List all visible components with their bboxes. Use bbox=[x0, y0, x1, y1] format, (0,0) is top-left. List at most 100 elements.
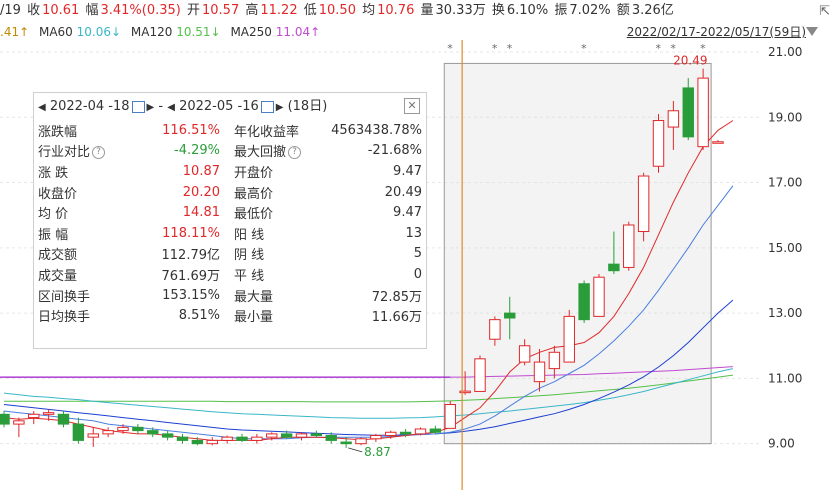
candle-body bbox=[87, 433, 99, 438]
next-start-date-arrow-icon[interactable]: ▶ bbox=[147, 102, 155, 113]
candle-body bbox=[578, 283, 590, 321]
candle-body bbox=[608, 263, 620, 272]
star-marker: * bbox=[492, 42, 498, 55]
y-tick-label: 13.00 bbox=[768, 306, 802, 320]
change-label: 幅 bbox=[85, 3, 99, 18]
ma120-value: 10.51↓ bbox=[176, 25, 221, 39]
candle-body bbox=[325, 435, 337, 441]
candle-body bbox=[176, 436, 189, 441]
help-icon[interactable]: ? bbox=[92, 146, 106, 160]
ma250-value: 11.04↑ bbox=[275, 25, 321, 39]
stat-label: 最小量 bbox=[234, 310, 274, 326]
candle-body bbox=[652, 120, 665, 167]
candle-body bbox=[370, 435, 382, 440]
interval-stats-panel: ◀ 2022-04 -18 ▶ - ◀ 2022-05 -16 ▶ (18日) ✕ … bbox=[33, 92, 427, 349]
close-label: 收 bbox=[27, 3, 41, 18]
calendar-icon[interactable] bbox=[131, 100, 145, 113]
candle-body bbox=[42, 412, 55, 415]
expand-icon[interactable]: ⇱ bbox=[819, 4, 830, 19]
stat-value: 5 bbox=[413, 246, 422, 262]
candle-body bbox=[399, 431, 412, 435]
star-marker: * bbox=[581, 42, 587, 55]
ma60-value: 10.06↓ bbox=[76, 25, 122, 39]
table-row: 日均换手 8.51% 最小量 11.66万 bbox=[34, 305, 426, 326]
stat-label: 收盘价 bbox=[38, 186, 78, 202]
vol-label: 量 bbox=[420, 3, 434, 18]
stat-label-text: 最大回撤 bbox=[234, 145, 287, 161]
turn-value: 6.10% bbox=[506, 3, 549, 18]
close-icon[interactable]: ✕ bbox=[404, 98, 420, 114]
ma60-label: MA60 bbox=[38, 25, 73, 39]
candle-body bbox=[28, 413, 40, 419]
stat-value: 4563438.78% bbox=[331, 122, 422, 138]
candle-body bbox=[221, 436, 233, 441]
stat-label: 阳 线 bbox=[234, 227, 265, 243]
candle-body bbox=[340, 441, 352, 445]
stat-label: 区间换手 bbox=[38, 289, 91, 305]
candle-body bbox=[295, 433, 308, 438]
range-dropdown-icon[interactable] bbox=[806, 27, 818, 36]
candle-body bbox=[147, 430, 159, 435]
ma-first-value: .41↑ bbox=[0, 25, 30, 39]
stat-label: 最大量 bbox=[234, 289, 274, 305]
stat-value: 11.66万 bbox=[371, 310, 422, 326]
stat-label: 成交额 bbox=[38, 248, 78, 264]
stat-value: 14.81 bbox=[182, 205, 220, 221]
stat-label: 平 线 bbox=[234, 268, 265, 284]
candle-body bbox=[504, 312, 516, 319]
stat-label: 振 幅 bbox=[38, 227, 69, 243]
high-value: 11.22 bbox=[260, 3, 298, 18]
vol-value: 30.33万 bbox=[435, 3, 486, 18]
stat-value: 153.15% bbox=[162, 287, 220, 303]
help-icon[interactable]: ? bbox=[288, 146, 302, 160]
ma250-label: MA250 bbox=[230, 25, 272, 39]
table-row: 区间换手 153.15% 最大量 72.85万 bbox=[34, 285, 426, 306]
stats-header: ◀ 2022-04 -18 ▶ - ◀ 2022-05 -16 ▶ (18日) ✕ bbox=[34, 93, 426, 120]
close-value: 10.61 bbox=[42, 3, 80, 18]
stat-value: 10.87 bbox=[182, 163, 220, 179]
end-date[interactable]: 2022-05 -16 bbox=[179, 99, 259, 114]
table-row: 涨 跌 10.87 开盘价 9.47 bbox=[34, 161, 426, 182]
y-tick-label: 11.00 bbox=[768, 371, 802, 385]
candle-body bbox=[310, 433, 323, 437]
prev-end-date-arrow-icon[interactable]: ◀ bbox=[167, 102, 175, 113]
calendar-icon[interactable] bbox=[260, 100, 274, 113]
candle-body bbox=[161, 433, 174, 438]
low-value: 10.50 bbox=[318, 3, 356, 18]
stat-label: 阴 线 bbox=[234, 248, 265, 264]
candle-body bbox=[429, 428, 442, 433]
prev-start-date-arrow-icon[interactable]: ◀ bbox=[38, 102, 46, 113]
next-end-date-arrow-icon[interactable]: ▶ bbox=[276, 102, 284, 113]
date-range-link[interactable]: 2022/02/17-2022/05/17(59日) bbox=[627, 23, 806, 41]
stats-table: 涨跌幅 116.51% 年化收益率 4563438.78% 行业对比? -4.29% 最大… bbox=[34, 120, 426, 326]
avg-value: 10.76 bbox=[377, 3, 415, 18]
stat-label: 最大回撤? bbox=[224, 141, 322, 162]
y-tick-label: 15.00 bbox=[768, 241, 802, 255]
amt-label: 额 bbox=[616, 3, 630, 18]
table-row: 成交额 112.79亿阴 线 5 bbox=[34, 244, 426, 265]
table-row: 成交量 761.69万平 线 0 bbox=[34, 264, 426, 285]
candle-body bbox=[682, 87, 694, 138]
stat-value: 118.11% bbox=[162, 225, 220, 241]
candle-body bbox=[206, 439, 218, 445]
high-annotation: 20.49 bbox=[673, 54, 707, 68]
candle-body bbox=[0, 413, 10, 425]
amt-value: 3.26亿 bbox=[631, 3, 674, 18]
start-date[interactable]: 2022-04 -18 bbox=[50, 99, 130, 114]
candle-body bbox=[623, 224, 635, 268]
candle-body bbox=[280, 433, 293, 438]
y-tick-label: 19.00 bbox=[768, 110, 802, 124]
stat-value: 20.20 bbox=[182, 184, 220, 200]
candle-body bbox=[57, 413, 70, 425]
stat-label: 开盘价 bbox=[234, 165, 274, 181]
candle-body bbox=[474, 358, 486, 392]
table-row: 收盘价 20.20 最高价 20.49 bbox=[34, 182, 426, 203]
stat-value: 13 bbox=[405, 225, 422, 241]
stat-value: 9.47 bbox=[393, 205, 422, 221]
stat-value: 20.49 bbox=[384, 184, 422, 200]
quote-summary-bar: /19 收 10.61 幅 3.41%(0.35) 开 10.57 高 11.22 低1… bbox=[0, 0, 836, 22]
stat-value: 72.85万 bbox=[371, 289, 422, 305]
candle-body bbox=[489, 319, 501, 340]
star-marker: * bbox=[447, 42, 453, 55]
candle-body bbox=[385, 431, 397, 437]
